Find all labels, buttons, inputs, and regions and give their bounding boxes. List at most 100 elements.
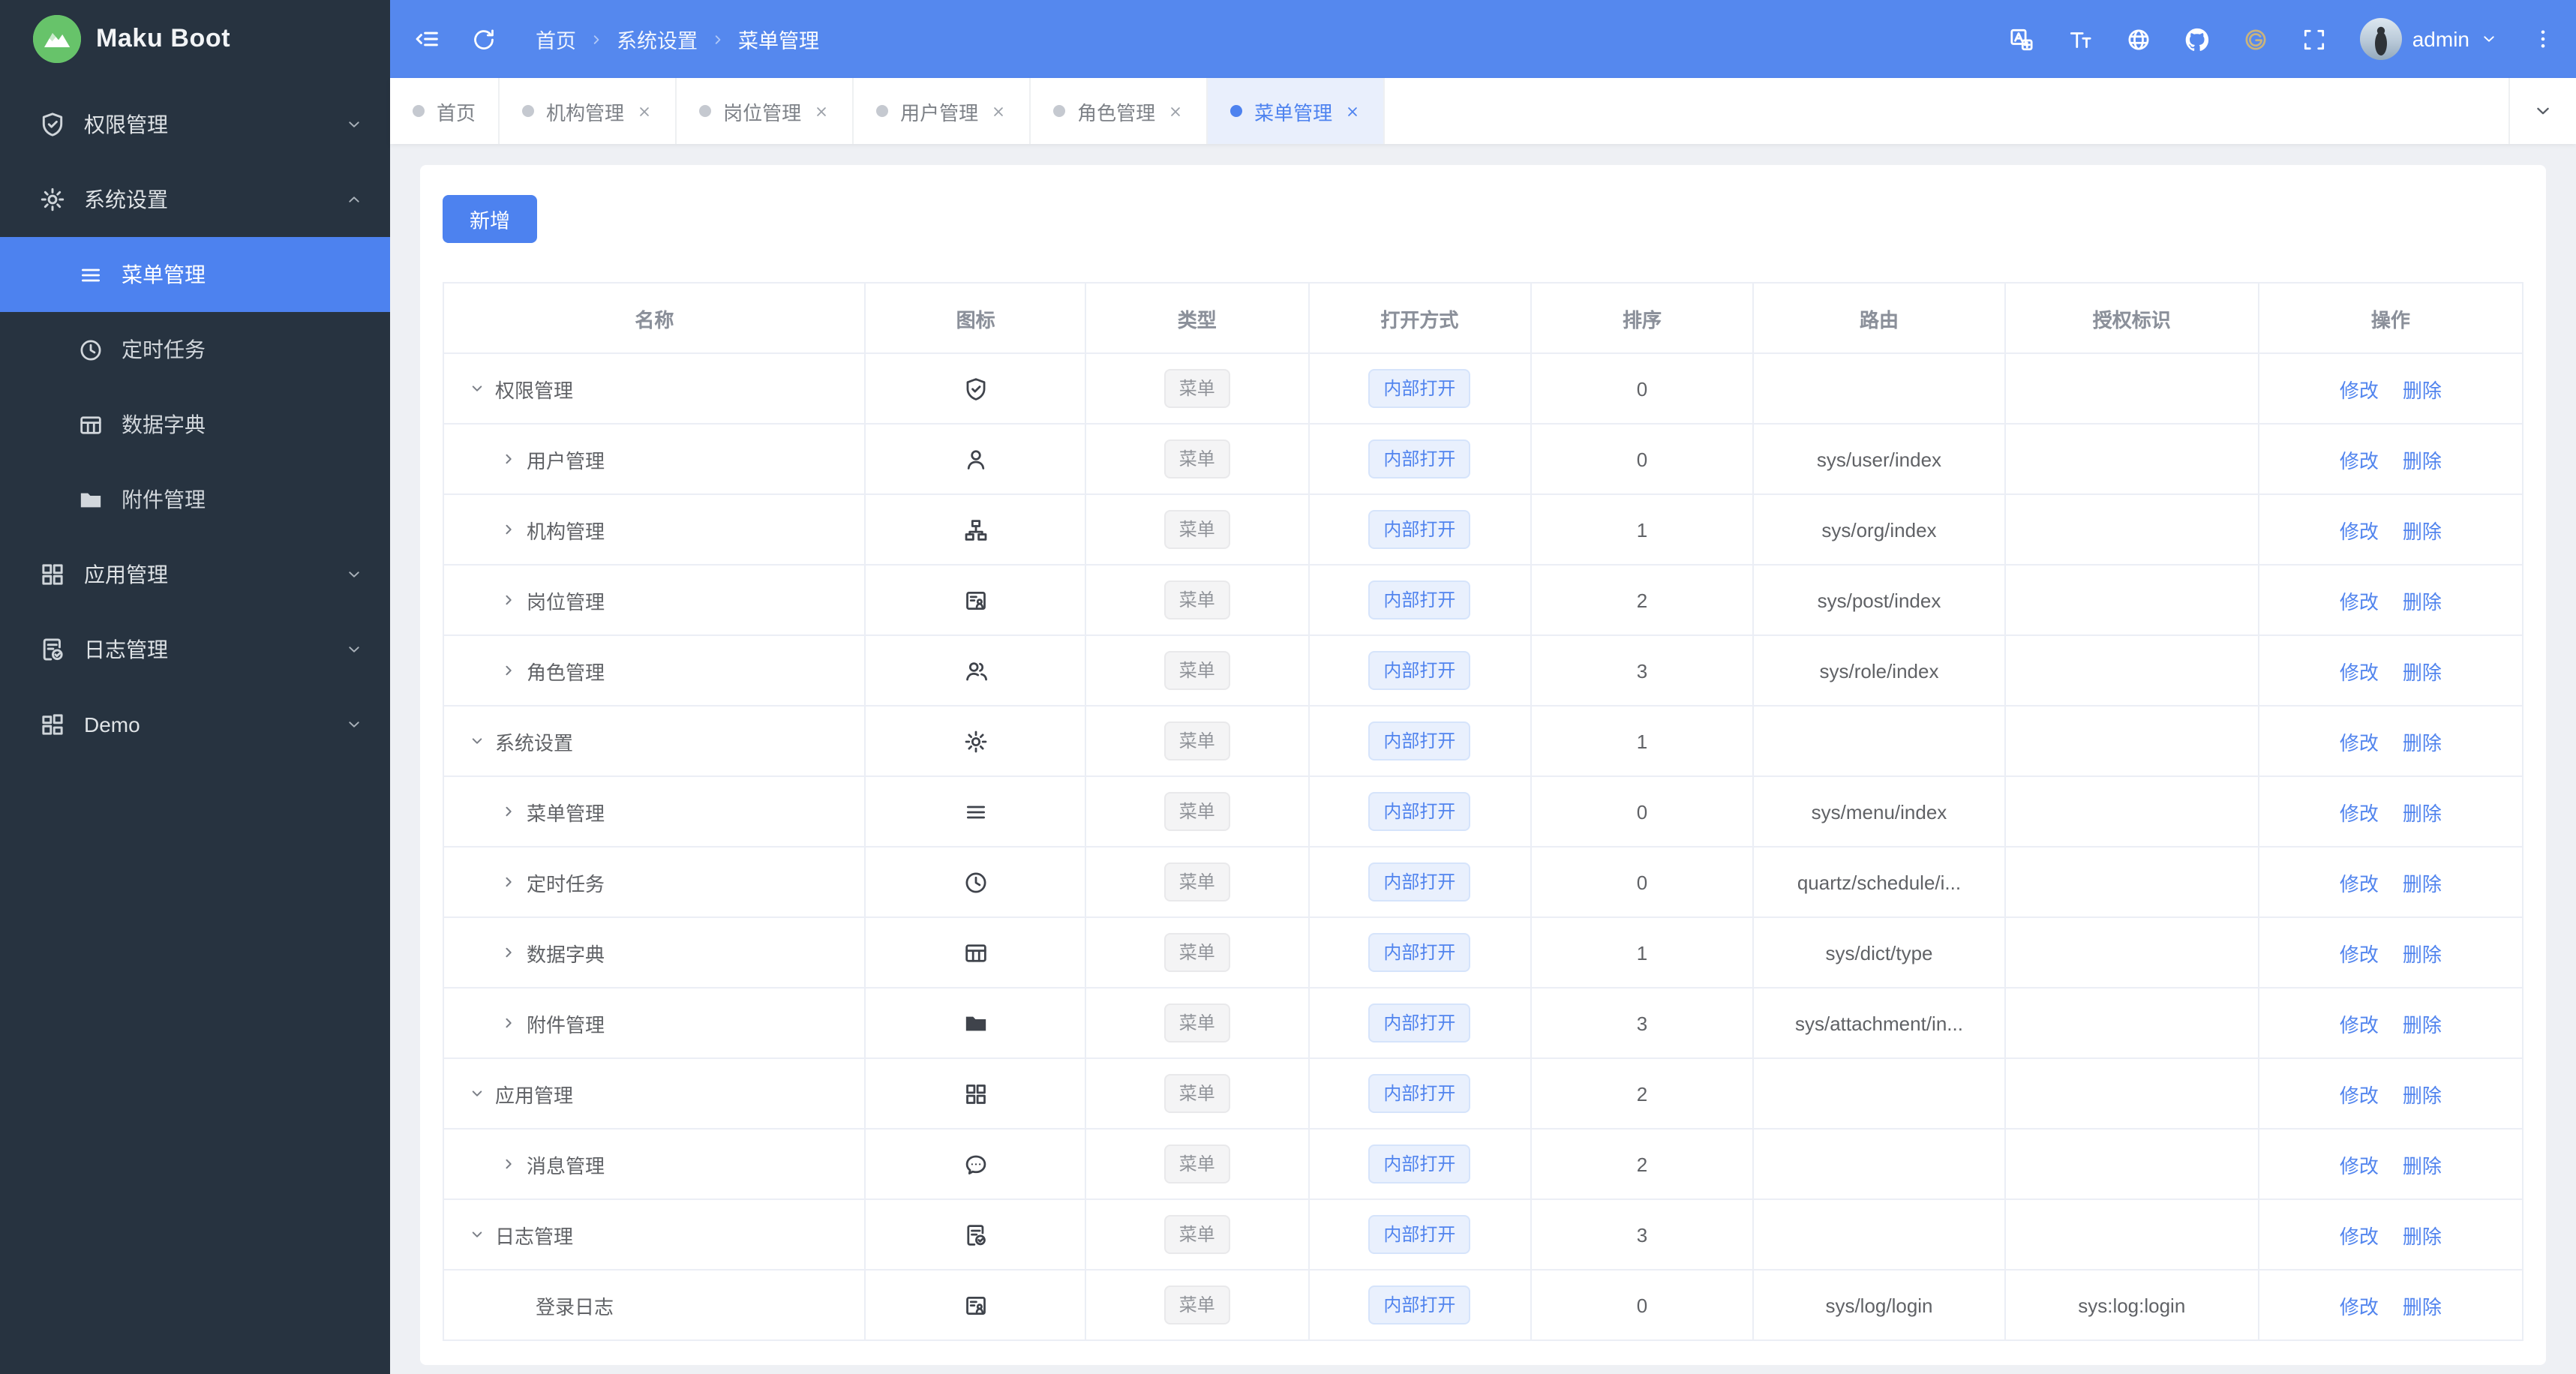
menu-name-cell: 岗位管理 [453, 586, 856, 614]
delete-link[interactable]: 删除 [2403, 943, 2442, 965]
delete-link[interactable]: 删除 [2403, 731, 2442, 754]
tree-collapse-icon[interactable] [500, 944, 518, 962]
tree-collapse-icon[interactable] [500, 873, 518, 891]
close-icon[interactable] [990, 103, 1007, 119]
menu-name: 菜单管理 [527, 802, 605, 824]
delete-link[interactable]: 删除 [2403, 872, 2442, 895]
add-button[interactable]: 新增 [443, 195, 537, 243]
tab-0[interactable]: 首页 [390, 78, 500, 144]
sidebar-item-label: 系统设置 [84, 188, 168, 212]
font-size-icon[interactable] [2067, 26, 2093, 52]
edit-link[interactable]: 修改 [2340, 449, 2379, 472]
tree-collapse-icon[interactable] [500, 520, 518, 538]
edit-link[interactable]: 修改 [2340, 943, 2379, 965]
sidebar-item-0[interactable]: 权限管理 [0, 87, 390, 162]
delete-link[interactable]: 删除 [2403, 1295, 2442, 1318]
route-value: sys/menu/index [1811, 800, 1947, 823]
tab-3[interactable]: 用户管理 [854, 78, 1031, 144]
tab-label: 岗位管理 [723, 101, 802, 124]
edit-link[interactable]: 修改 [2340, 520, 2379, 542]
tab-1[interactable]: 机构管理 [500, 78, 677, 144]
table-row: 数据字典 菜单 内部打开 1 sys/dict/type 修改 删除 [442, 916, 2524, 988]
sidebar-item-2[interactable]: 应用管理 [0, 537, 390, 612]
tree-collapse-icon[interactable] [500, 1155, 518, 1173]
globe-icon[interactable] [2126, 26, 2151, 52]
column-header: 排序 [1530, 282, 1755, 354]
refresh-icon[interactable] [471, 26, 497, 52]
breadcrumb-system[interactable]: 系统设置 [617, 24, 698, 54]
sidebar-item-label: Demo [84, 712, 140, 736]
chevron-down-icon [345, 716, 363, 734]
close-icon[interactable] [1167, 103, 1184, 119]
delete-link[interactable]: 删除 [2403, 1154, 2442, 1177]
tree-collapse-icon[interactable] [500, 450, 518, 468]
sort-value: 1 [1636, 730, 1648, 752]
translate-icon[interactable] [2009, 26, 2034, 52]
sort-value: 1 [1636, 518, 1648, 541]
tree-expand-icon[interactable] [468, 1226, 486, 1244]
edit-link[interactable]: 修改 [2340, 590, 2379, 613]
tab-status-dot [413, 105, 425, 117]
tree-expand-icon[interactable] [468, 380, 486, 398]
tree-collapse-icon[interactable] [500, 1014, 518, 1032]
chevron-down-icon [345, 116, 363, 134]
delete-link[interactable]: 删除 [2403, 1084, 2442, 1106]
tree-expand-icon[interactable] [468, 1084, 486, 1102]
delete-link[interactable]: 删除 [2403, 1013, 2442, 1036]
user-menu[interactable]: admin [2359, 18, 2498, 60]
sidebar-item-4[interactable]: Demo [0, 687, 390, 762]
delete-link[interactable]: 删除 [2403, 1225, 2442, 1247]
edit-link[interactable]: 修改 [2340, 1013, 2379, 1036]
edit-link[interactable]: 修改 [2340, 802, 2379, 824]
tree-collapse-icon[interactable] [500, 802, 518, 820]
close-icon[interactable] [636, 103, 653, 119]
doc-check-icon [875, 1222, 1076, 1247]
kebab-menu-icon[interactable] [2531, 27, 2555, 51]
open-mode-tag: 内部打开 [1368, 440, 1471, 478]
delete-link[interactable]: 删除 [2403, 449, 2442, 472]
edit-link[interactable]: 修改 [2340, 1084, 2379, 1106]
type-tag: 菜单 [1163, 1144, 1230, 1184]
sidebar-item-3[interactable]: 日志管理 [0, 612, 390, 687]
edit-link[interactable]: 修改 [2340, 731, 2379, 754]
tabbar: 首页 机构管理 岗位管理 用户管理 角色管理 菜单管理 [390, 78, 2576, 144]
tab-5[interactable]: 菜单管理 [1208, 78, 1386, 144]
sidebar-subitem-1-2[interactable]: 数据字典 [0, 387, 390, 462]
sidebar-item-1[interactable]: 系统设置 [0, 162, 390, 237]
type-tag: 菜单 [1163, 722, 1230, 760]
sidebar-subitem-label: 附件管理 [122, 488, 206, 512]
clock-icon [875, 869, 1076, 895]
delete-link[interactable]: 删除 [2403, 661, 2442, 683]
tree-collapse-icon[interactable] [500, 662, 518, 680]
delete-link[interactable]: 删除 [2403, 379, 2442, 401]
breadcrumb-home[interactable]: 首页 [536, 24, 576, 54]
tab-2[interactable]: 岗位管理 [677, 78, 854, 144]
sidebar-subitem-1-1[interactable]: 定时任务 [0, 312, 390, 387]
sidebar-subitem-1-3[interactable]: 附件管理 [0, 462, 390, 537]
tab-4[interactable]: 角色管理 [1031, 78, 1208, 144]
collapse-sidebar-icon[interactable] [414, 26, 441, 52]
fullscreen-icon[interactable] [2301, 26, 2327, 52]
edit-link[interactable]: 修改 [2340, 1154, 2379, 1177]
menu-name-cell: 角色管理 [453, 656, 856, 685]
close-icon[interactable] [1344, 103, 1361, 119]
delete-link[interactable]: 删除 [2403, 802, 2442, 824]
edit-link[interactable]: 修改 [2340, 379, 2379, 401]
delete-link[interactable]: 删除 [2403, 520, 2442, 542]
sidebar-subitem-1-0[interactable]: 菜单管理 [0, 237, 390, 312]
tree-expand-icon[interactable] [468, 732, 486, 750]
type-tag: 菜单 [1163, 510, 1230, 549]
menu-name-cell: 应用管理 [453, 1079, 856, 1108]
open-mode-tag: 内部打开 [1368, 1286, 1471, 1324]
close-icon[interactable] [813, 103, 830, 119]
edit-link[interactable]: 修改 [2340, 872, 2379, 895]
delete-link[interactable]: 删除 [2403, 590, 2442, 613]
edit-link[interactable]: 修改 [2340, 1295, 2379, 1318]
tree-collapse-icon[interactable] [500, 591, 518, 609]
tab-list-dropdown[interactable] [2508, 78, 2576, 144]
edit-link[interactable]: 修改 [2340, 661, 2379, 683]
edit-link[interactable]: 修改 [2340, 1225, 2379, 1247]
gitee-icon[interactable] [2243, 26, 2268, 52]
sidebar-subitem-label: 定时任务 [122, 338, 206, 362]
github-icon[interactable] [2184, 26, 2210, 52]
